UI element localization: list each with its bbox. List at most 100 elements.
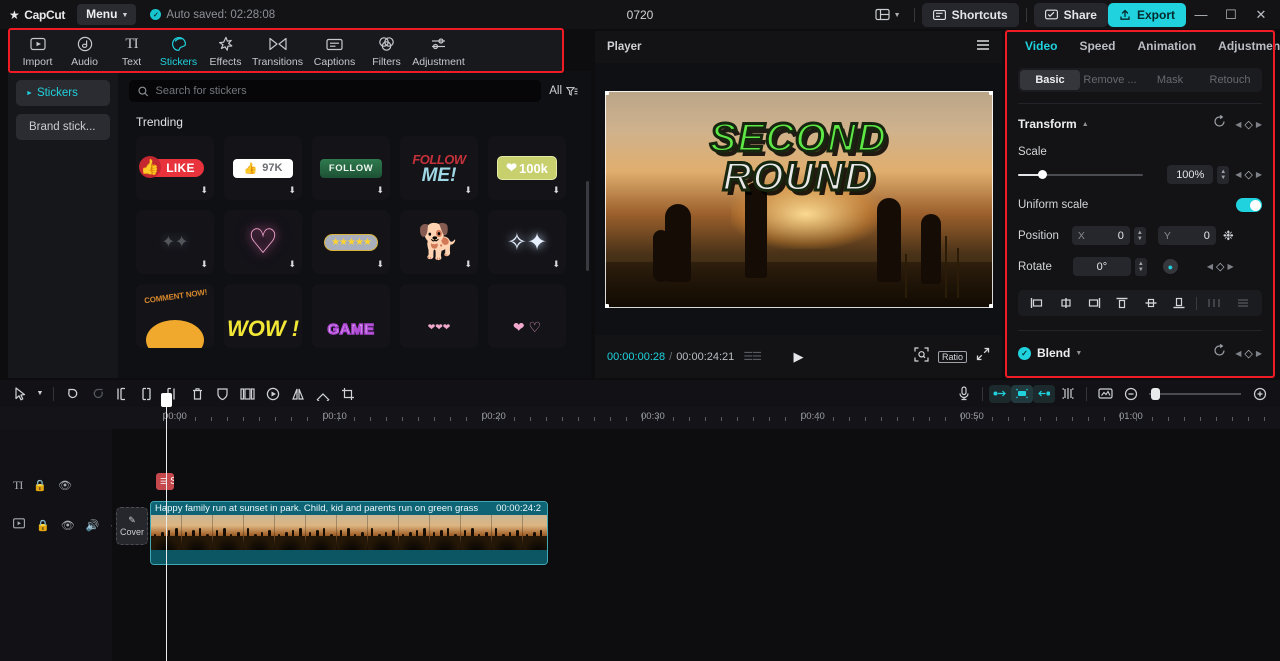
- video-preview[interactable]: SECOND ROUND: [604, 90, 993, 308]
- sticker-dog[interactable]: 🐕 ⬇: [400, 210, 478, 274]
- select-tool-icon[interactable]: [8, 383, 33, 405]
- subtab-remove[interactable]: Remove ...: [1080, 70, 1140, 90]
- subtab-retouch[interactable]: Retouch: [1200, 70, 1260, 90]
- tab-adjustment[interactable]: Adjustment: [1207, 39, 1280, 53]
- timeline-zoom-slider[interactable]: [1149, 387, 1241, 400]
- search-box[interactable]: [129, 80, 542, 102]
- mirror-icon[interactable]: [285, 383, 310, 405]
- download-icon[interactable]: ⬇: [200, 259, 208, 270]
- auto-cut-alt-icon[interactable]: [1033, 384, 1055, 403]
- rotate-keyframe[interactable]: ◀ ◇ ▶: [1207, 260, 1234, 273]
- reset-icon[interactable]: [1213, 114, 1226, 133]
- scale-value[interactable]: 100%: [1167, 165, 1214, 184]
- timeline-ruler[interactable]: 00:00 00:10 00:20 00:30 00:40 00:50 01:0…: [0, 407, 1280, 429]
- undo-icon[interactable]: [60, 383, 85, 405]
- slider-knob[interactable]: [1038, 170, 1047, 179]
- sticker-five-star[interactable]: ★★★★★ ⬇: [312, 210, 390, 274]
- sticker-100k[interactable]: ❤ 100k ⬇: [488, 136, 566, 200]
- sticker-game[interactable]: GAME: [312, 284, 390, 348]
- play-button[interactable]: ▶: [794, 349, 804, 365]
- rotate-icon[interactable]: [310, 383, 335, 405]
- download-icon[interactable]: ⬇: [376, 185, 384, 196]
- sticker-follow[interactable]: FOLLOW ⬇: [312, 136, 390, 200]
- zoom-fit-icon[interactable]: [914, 346, 929, 367]
- export-button[interactable]: Export: [1107, 2, 1186, 27]
- tab-captions[interactable]: Captions: [306, 33, 363, 68]
- download-icon[interactable]: ⬇: [464, 185, 472, 196]
- align-bottom-icon[interactable]: [1165, 297, 1193, 309]
- chevron-down-icon[interactable]: ▼: [1075, 350, 1082, 357]
- position-y-field[interactable]: Y 0: [1157, 226, 1216, 245]
- align-middle-vertical-icon[interactable]: [1137, 297, 1165, 309]
- tab-import[interactable]: Import: [14, 33, 61, 68]
- playhead-knob[interactable]: [161, 393, 172, 407]
- eye-icon[interactable]: 👁: [58, 479, 72, 492]
- mute-icon[interactable]: 🔊: [86, 519, 100, 532]
- frame-rate-icon[interactable]: ☰☰: [743, 350, 762, 363]
- sticker-small-hearts[interactable]: ❤❤❤: [400, 284, 478, 348]
- shortcuts-button[interactable]: Shortcuts: [921, 2, 1019, 27]
- download-icon[interactable]: ⬇: [200, 185, 208, 196]
- sticker-wow[interactable]: WOW !: [224, 284, 302, 348]
- tab-animation[interactable]: Animation: [1126, 39, 1207, 53]
- keyframe-control[interactable]: ◀ ◇ ▶: [1235, 118, 1262, 131]
- eye-icon[interactable]: 👁: [61, 519, 75, 532]
- align-left-icon[interactable]: [1023, 297, 1051, 309]
- position-x-field[interactable]: X 0: [1071, 226, 1130, 245]
- reset-icon[interactable]: [1213, 343, 1226, 362]
- chevron-up-icon[interactable]: ▲: [1082, 121, 1089, 128]
- maximize-button[interactable]: ☐: [1216, 0, 1246, 29]
- menu-button[interactable]: Menu ▼: [77, 4, 137, 25]
- tab-text[interactable]: TI Text: [108, 33, 155, 68]
- align-center-horizontal-icon[interactable]: [1051, 297, 1079, 309]
- rotate-field[interactable]: 0°: [1072, 257, 1131, 276]
- tab-adjustment[interactable]: Adjustment: [410, 33, 467, 68]
- zoom-out-icon[interactable]: [1118, 383, 1143, 405]
- text-overlay[interactable]: SECOND ROUND: [605, 116, 993, 198]
- sticker-dark-sparkle[interactable]: ✦✦ ⬇: [136, 210, 214, 274]
- split-marker-icon[interactable]: [1055, 383, 1080, 405]
- lock-icon[interactable]: 🔒: [33, 479, 47, 492]
- position-x-stepper[interactable]: ▲ ▼: [1133, 226, 1146, 245]
- track-area[interactable]: ☰ S ✎ Cover Happy family run at sunset i…: [112, 393, 1280, 661]
- rotate-dial-icon[interactable]: ●: [1162, 259, 1178, 274]
- playhead[interactable]: [161, 393, 172, 661]
- sticker-scrollbar[interactable]: [586, 181, 589, 271]
- download-icon[interactable]: ⬇: [376, 259, 384, 270]
- sticker-comment-now[interactable]: COMMENT NOW!: [136, 284, 214, 348]
- blend-keyframe[interactable]: ◀ ◇ ▶: [1235, 347, 1262, 360]
- scale-stepper[interactable]: ▲ ▼: [1217, 165, 1230, 184]
- auto-cut-icon[interactable]: [989, 384, 1011, 403]
- text-clip[interactable]: ☰ S: [156, 473, 174, 490]
- sidebar-item-brand-stickers[interactable]: Brand stick...: [16, 114, 110, 140]
- video-clip[interactable]: Happy family run at sunset in park. Chil…: [150, 501, 548, 565]
- scale-slider[interactable]: [1018, 169, 1143, 181]
- sticker-like[interactable]: LIKE ⬇: [136, 136, 214, 200]
- sticker-pink-hearts[interactable]: ❤ ♡: [488, 284, 566, 348]
- reverse-icon[interactable]: [260, 383, 285, 405]
- rotate-stepper[interactable]: ▲ ▼: [1134, 257, 1147, 276]
- filter-all-button[interactable]: All: [549, 85, 580, 97]
- hamburger-icon[interactable]: [976, 38, 990, 56]
- tab-speed[interactable]: Speed: [1068, 39, 1126, 53]
- lock-icon[interactable]: 🔒: [36, 519, 50, 532]
- download-icon[interactable]: ⬇: [288, 259, 296, 270]
- sticker-97k[interactable]: 👍 97K ⬇: [224, 136, 302, 200]
- minimize-button[interactable]: —: [1186, 0, 1216, 29]
- distribute-horizontal-icon[interactable]: [1200, 297, 1228, 309]
- tab-filters[interactable]: Filters: [363, 33, 410, 68]
- scale-keyframe[interactable]: ◀ ◇ ▶: [1235, 168, 1262, 181]
- tab-effects[interactable]: Effects: [202, 33, 249, 68]
- auto-cut-active-icon[interactable]: [1011, 384, 1033, 403]
- shield-icon[interactable]: [210, 383, 235, 405]
- sticker-glitter[interactable]: ✧✦ ⬇: [488, 210, 566, 274]
- download-icon[interactable]: ⬇: [552, 259, 560, 270]
- share-button[interactable]: Share: [1033, 2, 1108, 27]
- distribute-vertical-icon[interactable]: [1229, 297, 1257, 309]
- blend-checkbox[interactable]: ✓: [1018, 346, 1031, 360]
- tab-stickers[interactable]: Stickers: [155, 33, 202, 68]
- crop-icon[interactable]: [335, 383, 360, 405]
- fullscreen-icon[interactable]: [976, 347, 990, 366]
- close-button[interactable]: ✕: [1246, 0, 1276, 29]
- split-icon[interactable]: [110, 383, 135, 405]
